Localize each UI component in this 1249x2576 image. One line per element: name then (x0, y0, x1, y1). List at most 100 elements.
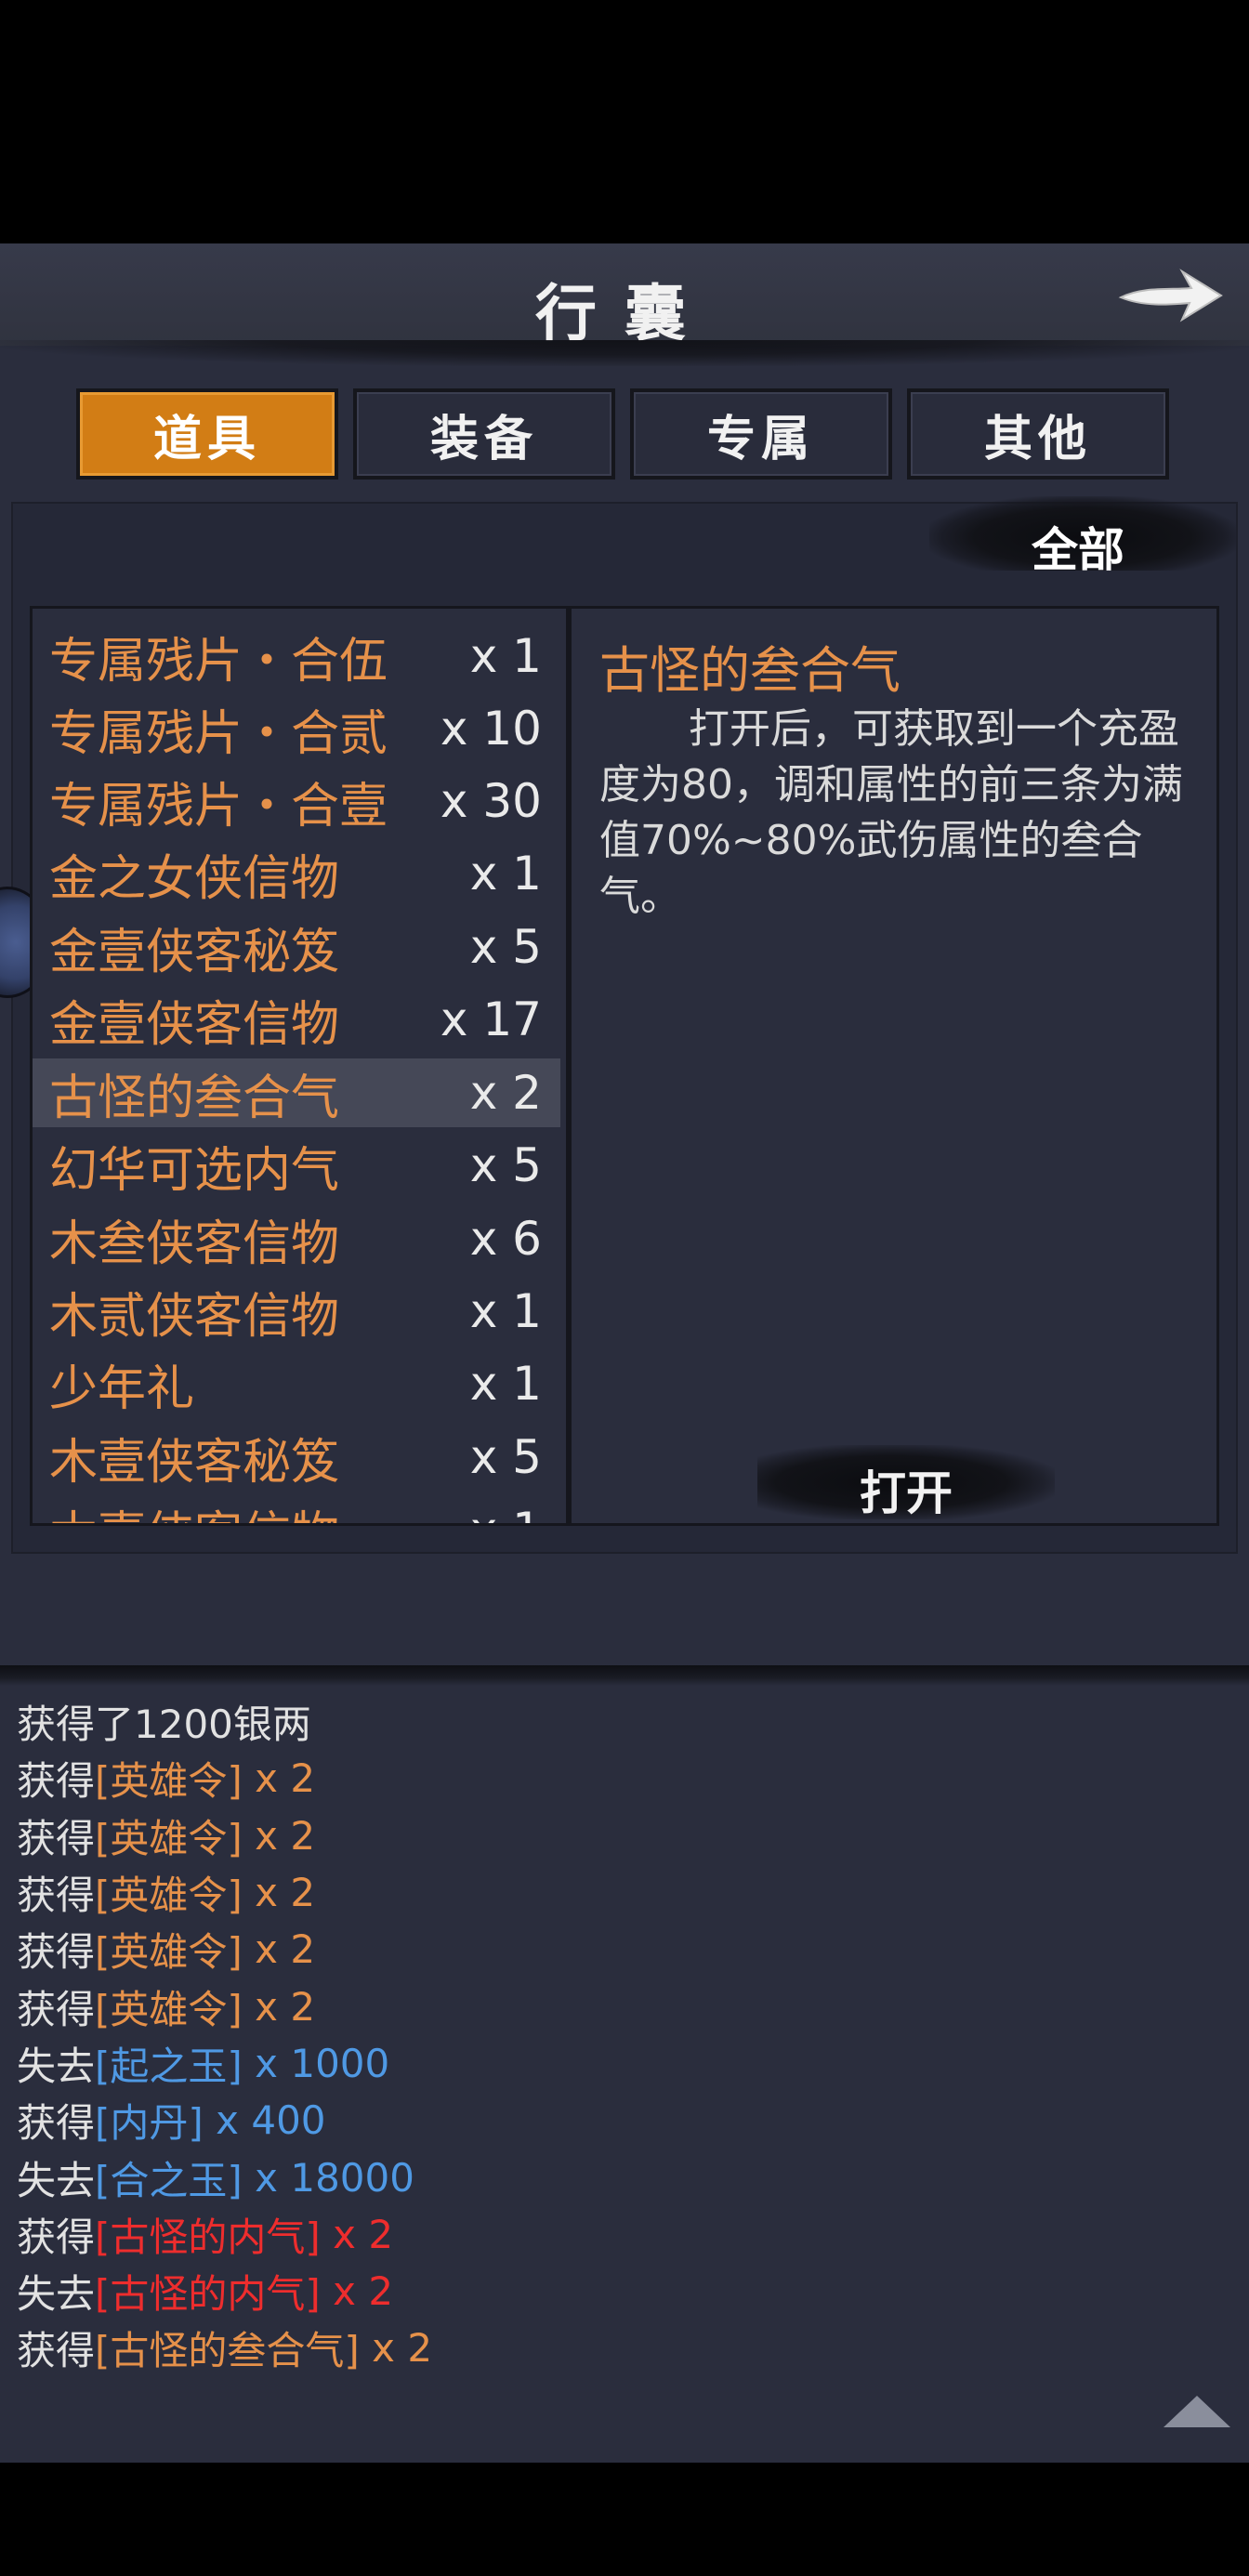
item-name: 专属残片・合壹 (49, 778, 388, 835)
log-item: [英雄令] (95, 1986, 243, 2032)
log-verb: 获得 (17, 2328, 96, 2374)
log-line: 获得 [英雄令] x 2 (17, 1750, 1225, 1807)
list-item[interactable]: 专属残片・合伍 x 1 (33, 622, 560, 690)
log-qty: x 2 (242, 1926, 316, 1973)
log-item: [古怪的内气] (95, 2214, 321, 2260)
list-item[interactable]: 金壹侠客秘笈 x 5 (33, 913, 560, 981)
log-verb: 获得 (17, 1758, 96, 1805)
log-line: 获得 [英雄令] x 2 (17, 1978, 1225, 2034)
divider (0, 1665, 1249, 1686)
item-name: 木壹侠客秘笈 (49, 1434, 340, 1491)
log-verb: 获得 (17, 1986, 96, 2032)
log-qty: x 2 (242, 1755, 316, 1802)
list-item[interactable]: 木贰侠客信物 x 1 (33, 1277, 560, 1346)
log-verb: 获得 (17, 1929, 96, 1976)
right-arrow-icon[interactable] (1115, 258, 1227, 333)
log-qty: x 18000 (242, 2154, 414, 2201)
log-item: [英雄令] (95, 1929, 243, 1976)
log-verb: 失去 (17, 2157, 96, 2203)
inventory-screen: 行囊 道具 装备 专属 其他 全部 专属残片・合伍 x 1 专属残片・合贰 x 10… (0, 243, 1249, 2463)
item-qty: x 1 (469, 629, 542, 683)
bottom-letterbox (0, 2463, 1249, 2576)
scroll-up-icon[interactable] (1160, 2390, 1234, 2437)
item-qty: x 1 (469, 1357, 542, 1411)
list-item[interactable]: 专属残片・合壹 x 30 (33, 767, 560, 835)
list-item[interactable]: 少年礼 x 1 (33, 1349, 560, 1418)
item-name: 金壹侠客秘笈 (49, 924, 340, 980)
log-text: 获得了1200银两 (17, 1702, 311, 1748)
item-qty: x 30 (440, 774, 542, 828)
category-tabs: 道具 装备 专属 其他 (76, 388, 1173, 480)
list-item[interactable]: 木壹侠客信物 x 1 (33, 1495, 560, 1524)
list-item[interactable]: 木叁侠客信物 x 6 (33, 1204, 560, 1273)
log-line: 获得 [英雄令] x 2 (17, 1864, 1225, 1921)
item-qty: x 10 (440, 702, 542, 756)
item-name: 木叁侠客信物 (49, 1216, 340, 1272)
list-item[interactable]: 金壹侠客信物 x 17 (33, 985, 560, 1054)
log-verb: 获得 (17, 1815, 96, 1861)
tab-equipment[interactable]: 装备 (353, 388, 615, 480)
log-line: 获得 [古怪的叁合气] x 2 (17, 2320, 1225, 2376)
item-name: 古怪的叁合气 (49, 1070, 340, 1126)
item-qty: x 2 (469, 1066, 542, 1120)
tab-other[interactable]: 其他 (907, 388, 1169, 480)
item-qty: x 5 (469, 1430, 542, 1484)
log-item: [古怪的叁合气] (95, 2328, 360, 2374)
item-qty: x 6 (469, 1212, 542, 1266)
open-button[interactable]: 打开 (804, 1456, 1008, 1523)
log-qty: x 2 (359, 2325, 433, 2372)
log-verb: 失去 (17, 2271, 96, 2318)
log-line: 失去 [起之玉] x 1000 (17, 2035, 1225, 2092)
filter-all-button[interactable]: 全部 (976, 513, 1180, 580)
detail-title: 古怪的叁合气 (599, 641, 901, 700)
list-item[interactable]: 幻华可选内气 x 5 (33, 1131, 560, 1200)
log-qty: x 400 (203, 2097, 326, 2144)
log-item: [内丹] (95, 2100, 204, 2147)
log-item: [英雄令] (95, 1758, 243, 1805)
log-line: 获得 [英雄令] x 2 (17, 1921, 1225, 1978)
item-qty: x 1 (469, 847, 542, 900)
item-name: 木贰侠客信物 (49, 1288, 340, 1345)
top-letterbox (0, 0, 1249, 243)
log-verb: 获得 (17, 1873, 96, 1919)
item-name: 金之女侠信物 (49, 850, 340, 907)
log-item: [合之玉] (95, 2157, 243, 2203)
log-qty: x 2 (242, 1870, 316, 1916)
list-item[interactable]: 专属残片・合贰 x 10 (33, 694, 560, 763)
header-bar: 行囊 (0, 243, 1249, 366)
list-item[interactable]: 金之女侠信物 x 1 (33, 839, 560, 908)
item-name: 金壹侠客信物 (49, 996, 340, 1053)
log-item: [英雄令] (95, 1873, 243, 1919)
list-item[interactable]: 木壹侠客秘笈 x 5 (33, 1423, 560, 1492)
log-verb: 获得 (17, 2214, 96, 2260)
log-qty: x 2 (320, 2211, 394, 2257)
log-item: [古怪的内气] (95, 2271, 321, 2318)
list-item-selected[interactable]: 古怪的叁合气 x 2 (33, 1058, 560, 1127)
log-verb: 获得 (17, 2100, 96, 2147)
item-name: 木壹侠客信物 (49, 1495, 339, 1524)
item-list[interactable]: 专属残片・合伍 x 1 专属残片・合贰 x 10 专属残片・合壹 x 30 金之女侠信… (30, 606, 569, 1526)
log-qty: x 2 (320, 2268, 394, 2315)
item-name: 幻华可选内气 (49, 1142, 340, 1199)
log-line: 获得了1200银两 (17, 1693, 1225, 1750)
tab-items[interactable]: 道具 (76, 388, 338, 480)
log-verb: 失去 (17, 2043, 96, 2089)
item-name: 专属残片・合贰 (49, 705, 388, 762)
item-qty: x 5 (469, 1138, 542, 1192)
log-line: 失去 [合之玉] x 18000 (17, 2149, 1225, 2205)
page-title: 行囊 (535, 277, 714, 349)
item-detail-panel: 古怪的叁合气 打开后，可获取到一个充盈度为80，调和属性的前三条为满值70%~8… (569, 606, 1219, 1526)
log-line: 失去 [古怪的内气] x 2 (17, 2263, 1225, 2320)
item-name: 专属残片・合伍 (49, 633, 388, 690)
item-qty: x 1 (470, 1503, 542, 1523)
message-log: 获得了1200银两 获得 [英雄令] x 2 获得 [英雄令] x 2 获得 [英雄令… (17, 1693, 1225, 2377)
item-qty: x 5 (469, 920, 542, 974)
log-line: 获得 [内丹] x 400 (17, 2092, 1225, 2149)
item-name: 少年礼 (49, 1360, 195, 1417)
log-qty: x 2 (242, 1812, 316, 1859)
item-qty: x 1 (469, 1284, 542, 1338)
log-line: 获得 [英雄令] x 2 (17, 1807, 1225, 1864)
log-qty: x 2 (242, 1983, 316, 2030)
log-qty: x 1000 (242, 2040, 390, 2086)
tab-exclusive[interactable]: 专属 (630, 388, 892, 480)
